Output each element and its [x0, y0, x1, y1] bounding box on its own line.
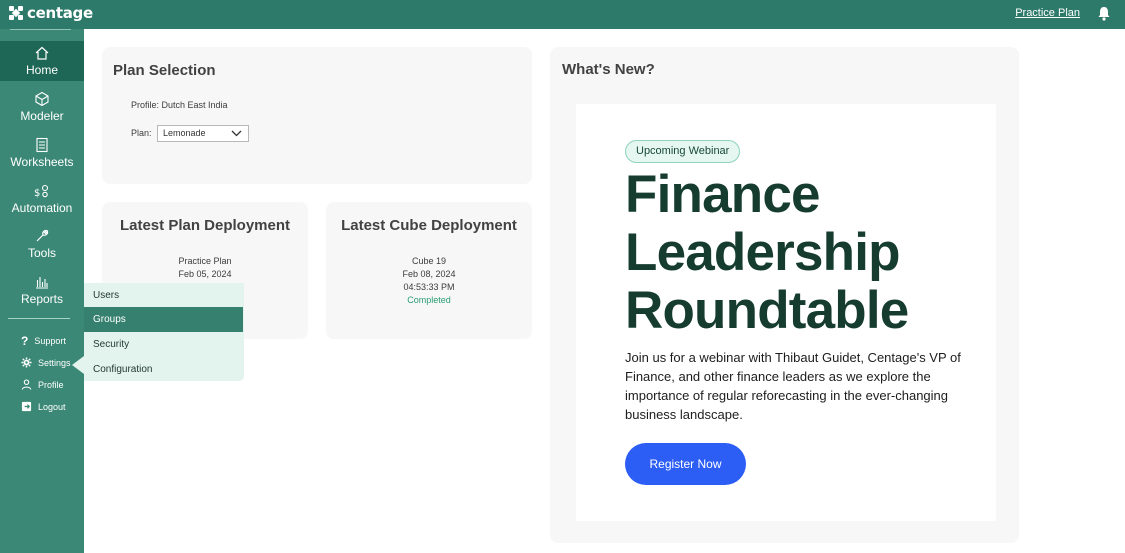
- promo-description: Join us for a webinar with Thibaut Guide…: [625, 350, 961, 422]
- profile-text: Profile: Dutch East India: [131, 100, 228, 110]
- plan-selection-title: Plan Selection: [113, 62, 216, 79]
- centage-logo[interactable]: centage: [9, 4, 93, 22]
- cube-deployment-time: 04:53:33 PM: [403, 282, 455, 292]
- settings-menu: Users Groups Security Configuration: [84, 283, 244, 381]
- sidebar-divider: [8, 318, 70, 319]
- cube-deployment-title: Latest Cube Deployment: [341, 217, 517, 234]
- svg-text:$: $: [34, 188, 40, 199]
- headline-line-1: Finance: [625, 165, 820, 224]
- plan-deployment-details: Practice Plan Feb 05, 2024: [102, 255, 308, 281]
- sidebar-item-home[interactable]: Home: [0, 41, 84, 81]
- user-icon: [21, 379, 32, 390]
- promo-headline: Finance Leadership Roundtable: [625, 165, 909, 340]
- plan-select-value: Lemonade: [163, 128, 206, 138]
- cube-icon: [35, 91, 49, 107]
- sidebar-item-automation[interactable]: $ Automation: [0, 174, 84, 219]
- sidebar: Home Modeler Worksheets $ Automation Too…: [0, 29, 84, 553]
- headline-line-2: Leadership: [625, 223, 901, 282]
- worksheet-icon: [36, 137, 48, 153]
- logout-label: Logout: [38, 401, 66, 412]
- wrench-icon: [36, 229, 49, 242]
- sidebar-item-modeler[interactable]: Modeler: [0, 82, 84, 127]
- plan-select[interactable]: Lemonade: [157, 125, 249, 142]
- cube-deployment-date: Feb 08, 2024: [402, 269, 456, 279]
- upcoming-webinar-badge: Upcoming Webinar: [625, 140, 741, 163]
- menu-item-security[interactable]: Security: [84, 332, 243, 357]
- menu-item-configuration[interactable]: Configuration: [84, 357, 243, 382]
- plan-deployment-date: Feb 05, 2024: [178, 269, 232, 279]
- sidebar-logout[interactable]: Logout: [21, 401, 66, 412]
- plan-deployment-title: Latest Plan Deployment: [119, 217, 291, 234]
- sidebar-item-reports[interactable]: Reports: [0, 265, 84, 310]
- centage-logo-icon: [9, 6, 23, 20]
- sidebar-item-label: Worksheets: [10, 155, 74, 169]
- cube-deployment-details: Cube 19 Feb 08, 2024 04:53:33 PM Complet…: [326, 255, 532, 307]
- plan-deployment-name: Practice Plan: [178, 256, 232, 266]
- practice-plan-link[interactable]: Practice Plan: [1015, 7, 1080, 19]
- support-label: Support: [34, 336, 66, 346]
- register-now-button[interactable]: Register Now: [625, 443, 746, 485]
- bell-icon[interactable]: [1097, 6, 1111, 26]
- whats-new-title: What's New?: [562, 61, 655, 78]
- home-icon: [35, 46, 49, 60]
- automation-icon: $: [34, 184, 49, 199]
- sidebar-item-label: Automation: [11, 201, 73, 215]
- sidebar-item-label: Tools: [27, 246, 56, 260]
- sidebar-item-tools[interactable]: Tools: [0, 219, 84, 264]
- webinar-promo: Upcoming Webinar Finance Leadership Roun…: [576, 104, 996, 521]
- sidebar-item-label: Home: [25, 63, 58, 77]
- sidebar-support[interactable]: ? Support: [21, 334, 66, 348]
- sidebar-item-label: Modeler: [20, 109, 64, 123]
- plan-label: Plan:: [131, 128, 152, 138]
- status-badge: Completed: [407, 295, 451, 305]
- headline-line-3: Roundtable: [625, 281, 909, 340]
- menu-caret: [72, 356, 84, 374]
- sidebar-divider: [10, 29, 71, 30]
- question-icon: ?: [21, 334, 29, 348]
- sidebar-item-worksheets[interactable]: Worksheets: [0, 128, 84, 173]
- logout-icon: [21, 401, 32, 412]
- brand-name: centage: [27, 4, 93, 22]
- cube-deployment-card: Latest Cube Deployment Cube 19 Feb 08, 2…: [326, 202, 532, 339]
- settings-label: Settings: [38, 357, 71, 368]
- plan-selection-card: Plan Selection Profile: Dutch East India…: [102, 47, 532, 184]
- sidebar-settings[interactable]: Settings: [21, 357, 71, 368]
- sidebar-profile[interactable]: Profile: [21, 379, 64, 390]
- menu-item-groups[interactable]: Groups: [84, 307, 243, 332]
- profile-label: Profile: [38, 379, 64, 390]
- sidebar-item-label: Reports: [20, 292, 64, 306]
- top-bar: centage Practice Plan: [0, 0, 1125, 29]
- gear-icon: [21, 357, 32, 368]
- cube-deployment-name: Cube 19: [411, 256, 447, 266]
- menu-item-users[interactable]: Users: [84, 283, 243, 308]
- chevron-down-icon: [231, 130, 242, 137]
- bar-chart-icon: [36, 277, 48, 289]
